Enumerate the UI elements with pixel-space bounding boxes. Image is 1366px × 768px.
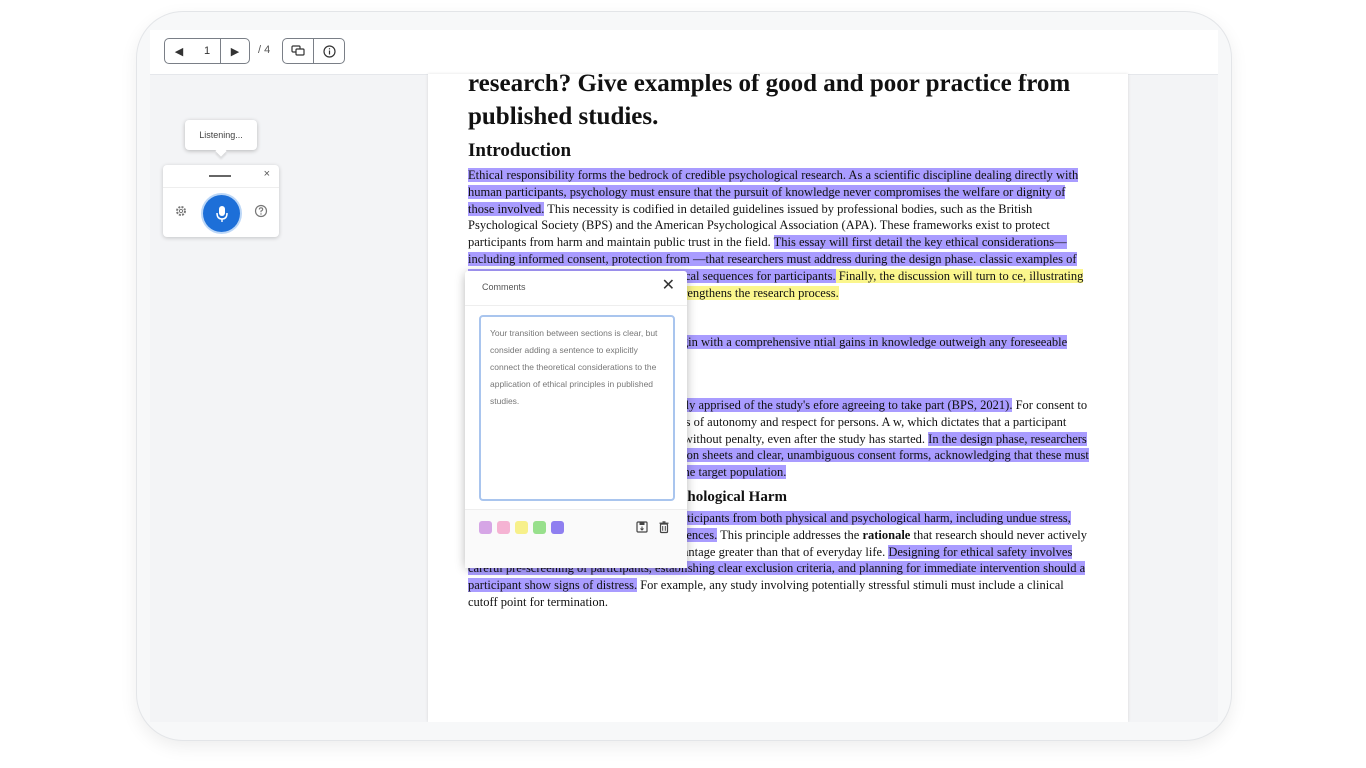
- intro-heading: Introduction: [468, 140, 572, 161]
- save-icon[interactable]: [635, 520, 649, 534]
- microphone-icon: [215, 205, 228, 222]
- mic-button[interactable]: [203, 195, 240, 232]
- next-page-button[interactable]: ▶: [220, 38, 250, 64]
- drag-handle[interactable]: [209, 175, 231, 177]
- comments-header: Comments ✕: [465, 271, 687, 306]
- color-swatch-rose[interactable]: [497, 521, 510, 534]
- divider: [163, 187, 279, 188]
- help-icon[interactable]: [254, 204, 268, 218]
- page-total: / 4: [258, 44, 271, 56]
- prev-page-button[interactable]: ◀: [164, 38, 194, 64]
- prev-arrow-icon: ◀: [174, 45, 184, 58]
- color-swatch-green[interactable]: [533, 521, 546, 534]
- text-run: rationale: [862, 527, 911, 542]
- color-swatch-yellow[interactable]: [515, 521, 528, 534]
- info-icon: [322, 44, 336, 58]
- voice-close-button[interactable]: ×: [264, 168, 270, 180]
- comment-textarea[interactable]: Your transition between sections is clea…: [479, 315, 675, 501]
- color-swatch-purple[interactable]: [551, 521, 564, 534]
- essay-title: research? Give examples of good and poor…: [468, 74, 1071, 130]
- voice-dictation-panel: ×: [163, 165, 279, 237]
- text-run: This principle addresses the: [717, 527, 863, 542]
- comments-title: Comments: [482, 282, 526, 292]
- next-arrow-icon: ▶: [230, 45, 240, 58]
- comments-popup: Comments ✕ Your transition between secti…: [465, 271, 687, 568]
- color-swatch-pink[interactable]: [479, 521, 492, 534]
- gear-icon[interactable]: [174, 204, 188, 218]
- comments-icon: [291, 45, 305, 56]
- listening-tooltip: Listening...: [185, 120, 257, 150]
- app-screen: ◀ 1 ▶ / 4 Listening... × research? Give …: [150, 30, 1218, 722]
- comments-toggle-button[interactable]: [282, 38, 314, 64]
- toolbar: ◀ 1 ▶ / 4: [150, 30, 1218, 75]
- comments-footer: [465, 509, 687, 568]
- trash-icon[interactable]: [657, 520, 671, 534]
- info-button[interactable]: [313, 38, 345, 64]
- close-icon[interactable]: ✕: [662, 278, 675, 294]
- page-number-input[interactable]: 1: [193, 38, 221, 64]
